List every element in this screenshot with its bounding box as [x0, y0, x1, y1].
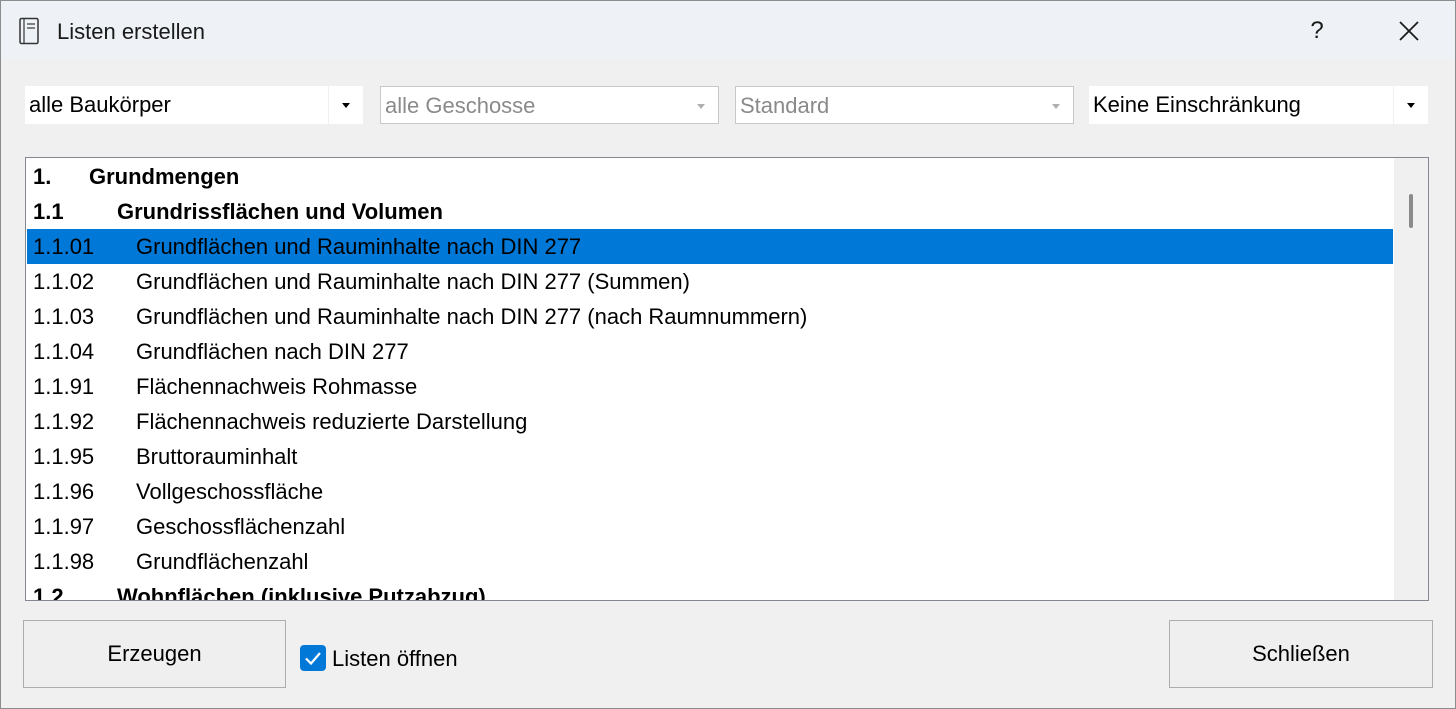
- list-item[interactable]: 1.1.03 Grundflächen und Rauminhalte nach …: [27, 299, 1393, 334]
- list-item[interactable]: 1.1.01 Grundflächen und Rauminhalte nach …: [27, 229, 1393, 264]
- list-item-label: Grundflächen nach DIN 277: [136, 339, 409, 364]
- dialog-window: Listen erstellen ? alle Baukörper alle G…: [0, 0, 1456, 709]
- list-item-label: Bruttorauminhalt: [136, 444, 298, 469]
- list-item[interactable]: 1.1.91 Flächennachweis Rohmasse: [27, 369, 1393, 404]
- floor-select-value: alle Geschosse: [385, 93, 536, 118]
- list-item[interactable]: 1.1.98 Grundflächenzahl: [27, 544, 1393, 579]
- list-item-number: 1.1.98: [33, 549, 95, 574]
- mode-select-value: Standard: [740, 93, 830, 118]
- list-item-label: Flächennachweis Rohmasse: [136, 374, 418, 399]
- list-item[interactable]: 1.1.95 Bruttorauminhalt: [27, 439, 1393, 474]
- title-bar: Listen erstellen ?: [1, 1, 1455, 59]
- mode-select: Standard: [735, 86, 1074, 124]
- report-list[interactable]: 1.2 Wohnflächen (inklusive Putzabzug) 1.1.…: [25, 157, 1429, 601]
- list-group-header[interactable]: 1.1 Grundrissflächen und Volumen: [27, 194, 1393, 229]
- restriction-select[interactable]: Keine Einschränkung: [1089, 86, 1428, 124]
- open-lists-checkbox[interactable]: [300, 645, 326, 671]
- list-item-label: Wohnflächen (inklusive Putzabzug): [117, 584, 486, 601]
- open-lists-label: Listen öffnen: [332, 646, 458, 671]
- list-item-label: Vollgeschossfläche: [136, 479, 324, 504]
- floor-select: alle Geschosse: [380, 86, 719, 124]
- list-item-label: Grundflächen und Rauminhalte nach DIN 27…: [136, 304, 808, 329]
- checkmark-icon: [305, 652, 321, 666]
- chevron-down-icon[interactable]: [1394, 86, 1428, 124]
- list-item[interactable]: 1.1.04 Grundflächen nach DIN 277: [27, 334, 1393, 369]
- help-button[interactable]: ?: [1297, 11, 1337, 51]
- list-item-number: 1.1.01: [33, 234, 95, 259]
- list-item-number: 1.1.91: [33, 374, 95, 399]
- list-item-number: 1.1.92: [33, 409, 95, 434]
- list-item-number: 1.1.03: [33, 304, 95, 329]
- list-item-label: Flächennachweis reduzierte Darstellung: [136, 409, 528, 434]
- list-item-label: Grundflächen und Rauminhalte nach DIN 27…: [136, 269, 690, 294]
- restriction-select-value: Keine Einschränkung: [1093, 92, 1301, 117]
- building-select[interactable]: alle Baukörper: [25, 86, 363, 124]
- list-item-number: 1.1.96: [33, 479, 95, 504]
- list-item-number: 1.1: [33, 199, 64, 224]
- list-item-label: Grundrissflächen und Volumen: [117, 199, 443, 224]
- window-title: Listen erstellen: [57, 19, 205, 44]
- generate-button[interactable]: Erzeugen: [23, 620, 286, 688]
- close-button[interactable]: Schließen: [1169, 620, 1433, 688]
- chevron-down-icon: [684, 87, 718, 123]
- list-group-header[interactable]: 1. Grundmengen: [27, 159, 1393, 194]
- list-item[interactable]: 1.1.96 Vollgeschossfläche: [27, 474, 1393, 509]
- list-item-number: 1.1.02: [33, 269, 95, 294]
- list-item-number: 1.1.95: [33, 444, 95, 469]
- list-item-label: Grundflächen und Rauminhalte nach DIN 27…: [136, 234, 582, 259]
- close-icon[interactable]: [1389, 11, 1429, 51]
- vertical-scrollbar[interactable]: [1394, 158, 1428, 600]
- list-item-number: 1.1.97: [33, 514, 95, 539]
- chevron-down-icon[interactable]: [329, 86, 363, 124]
- notebook-icon: [19, 17, 39, 45]
- list-item[interactable]: 1.1.97 Geschossflächenzahl: [27, 509, 1393, 544]
- building-select-value: alle Baukörper: [29, 92, 171, 117]
- list-item[interactable]: 1.1.92 Flächennachweis reduzierte Darstel…: [27, 404, 1393, 439]
- list-item-number: 1.2: [33, 584, 64, 601]
- list-item-number: 1.1.04: [33, 339, 95, 364]
- list-item-label: Grundflächenzahl: [136, 549, 309, 574]
- list-item[interactable]: 1.1.02 Grundflächen und Rauminhalte nach …: [27, 264, 1393, 299]
- scrollbar-thumb[interactable]: [1409, 194, 1413, 228]
- chevron-down-icon: [1039, 87, 1073, 123]
- list-item-label: Geschossflächenzahl: [136, 514, 346, 539]
- list-item-label: Grundmengen: [89, 164, 240, 189]
- list-group-header[interactable]: 1.2 Wohnflächen (inklusive Putzabzug): [27, 579, 1393, 601]
- list-item-number: 1.: [33, 164, 52, 189]
